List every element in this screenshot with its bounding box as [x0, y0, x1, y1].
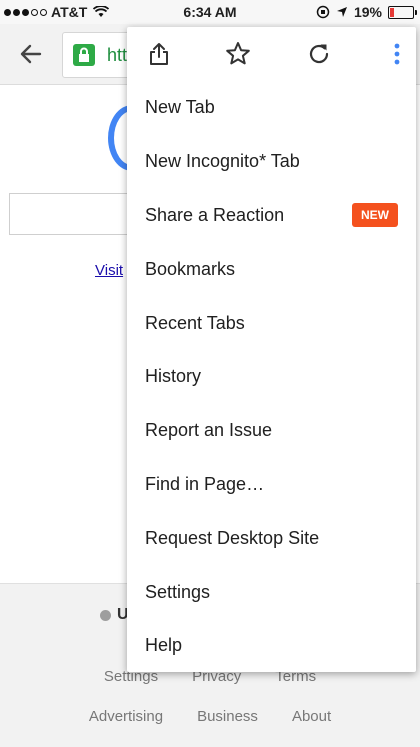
overflow-menu: New Tab New Incognito* Tab Share a React…	[127, 27, 416, 672]
menu-icon-row	[127, 27, 416, 81]
menu-item-new-incognito-tab[interactable]: New Incognito* Tab	[127, 135, 416, 189]
visit-link[interactable]: Visit	[95, 262, 123, 279]
location-arrow-icon	[336, 7, 347, 17]
menu-item-help[interactable]: Help	[127, 619, 416, 673]
status-right: 19%	[316, 4, 417, 20]
menu-item-find-in-page[interactable]: Find in Page…	[127, 458, 416, 512]
more-vert-icon[interactable]	[383, 40, 411, 68]
menu-item-label: New Tab	[145, 97, 215, 118]
status-bar: AT&T 6:34 AM 19%	[0, 0, 420, 24]
url-text: htt	[107, 45, 128, 65]
share-icon[interactable]	[145, 40, 173, 68]
reload-icon[interactable]	[305, 40, 333, 68]
back-arrow-icon[interactable]	[14, 39, 48, 69]
battery-percent: 19%	[353, 4, 382, 20]
menu-item-label: Settings	[145, 581, 211, 602]
menu-item-share-a-reaction[interactable]: Share a Reaction NEW	[127, 189, 416, 243]
star-icon[interactable]	[224, 40, 252, 68]
orientation-lock-icon	[316, 5, 330, 19]
new-badge: NEW	[352, 202, 398, 227]
menu-item-label: Help	[145, 635, 183, 656]
footer-links-row2: Advertising Business About	[0, 708, 420, 725]
footer-link-about[interactable]: About	[292, 708, 331, 725]
menu-item-label: New Incognito* Tab	[145, 151, 300, 172]
footer-link-advertising[interactable]: Advertising	[89, 708, 163, 725]
menu-item-label: History	[145, 366, 202, 387]
menu-item-history[interactable]: History	[127, 350, 416, 404]
menu-item-recent-tabs[interactable]: Recent Tabs	[127, 296, 416, 350]
footer-location: U	[100, 606, 129, 624]
menu-item-label: Report an Issue	[145, 420, 273, 441]
menu-item-report-an-issue[interactable]: Report an Issue	[127, 404, 416, 458]
location-dot-icon	[100, 609, 111, 621]
lock-icon	[73, 44, 95, 66]
battery-icon	[388, 5, 417, 19]
menu-item-label: Request Desktop Site	[145, 527, 320, 548]
menu-item-label: Recent Tabs	[145, 312, 245, 333]
menu-item-new-tab[interactable]: New Tab	[127, 81, 416, 135]
menu-item-label: Bookmarks	[145, 258, 236, 279]
menu-item-bookmarks[interactable]: Bookmarks	[127, 242, 416, 296]
menu-item-settings[interactable]: Settings	[127, 565, 416, 619]
menu-item-label: Find in Page…	[145, 473, 265, 494]
menu-item-request-desktop-site[interactable]: Request Desktop Site	[127, 511, 416, 565]
battery-fill	[390, 7, 394, 17]
menu-item-label: Share a Reaction	[145, 204, 285, 225]
footer-link-business[interactable]: Business	[197, 708, 258, 725]
